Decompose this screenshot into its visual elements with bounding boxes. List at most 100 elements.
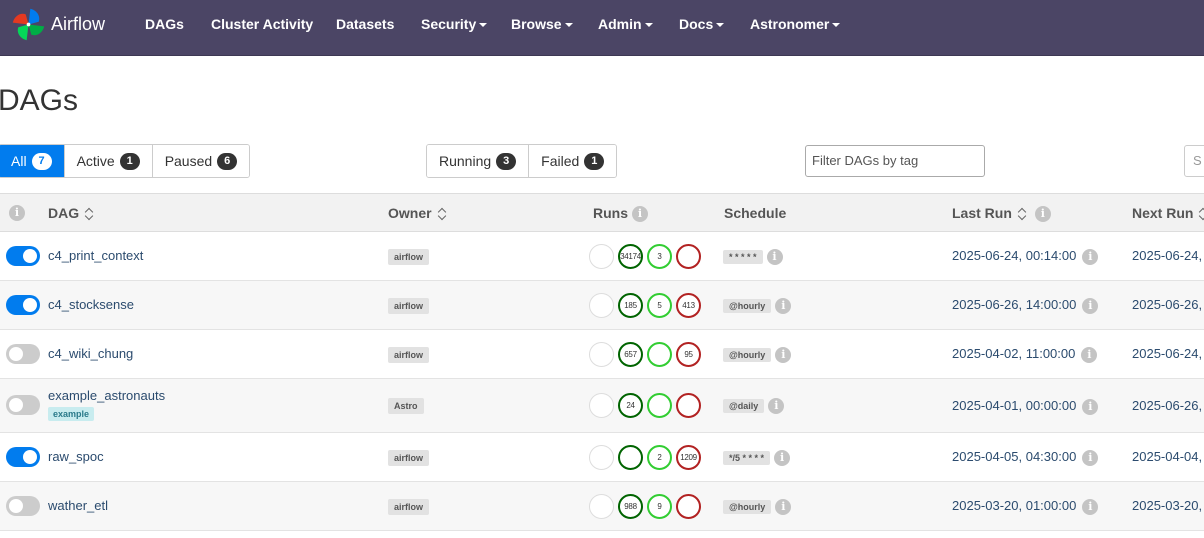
last-run-link[interactable]: 2025-04-01, 00:00:00 [952,398,1076,413]
run-state-running[interactable] [647,393,672,418]
owner-tag[interactable]: airflow [388,298,430,314]
run-state-failed[interactable]: 1209 [676,445,701,470]
pause-toggle[interactable] [6,295,40,315]
info-icon[interactable]: i [1082,398,1099,415]
sort-next-run-header[interactable]: Next Run [1132,205,1204,221]
run-state-success[interactable]: 185 [618,293,643,318]
search-dags-input[interactable]: S [1184,145,1204,177]
dag-link[interactable]: raw_spoc [48,449,104,464]
toggle-knob [23,298,37,312]
nav-item-cluster-activity[interactable]: Cluster Activity [211,16,313,32]
filter-running[interactable]: Running 3 [427,145,530,177]
sort-owner-header[interactable]: Owner [388,205,447,221]
dag-link[interactable]: wather_etl [48,498,108,513]
filter-all[interactable]: All 7 [0,145,65,177]
info-icon[interactable]: i [632,206,648,223]
sort-dag-header[interactable]: DAG [48,205,94,221]
dag-link[interactable]: c4_print_context [48,248,143,263]
runs-header: Runs i [593,205,648,223]
run-state-queued[interactable] [589,494,614,519]
owner-tag[interactable]: airflow [388,450,430,466]
run-state-running[interactable]: 3 [647,244,672,269]
nav-item-security[interactable]: Security [421,16,488,32]
filter-paused[interactable]: Paused 6 [152,145,250,177]
nav-item-label: Docs [679,16,714,32]
run-state-queued[interactable] [589,445,614,470]
table-row: c4_wiki_chung airflow 657 95 @hourly i 2025-04… [0,330,1204,379]
run-state-success[interactable] [618,445,643,470]
run-state-success[interactable]: 657 [618,342,643,367]
tag-filter-input[interactable]: Filter DAGs by tag [805,145,985,177]
dag-tag[interactable]: example [48,407,95,421]
pause-toggle[interactable] [6,496,40,516]
info-icon[interactable]: i [9,205,25,221]
run-state-success[interactable]: 34174 [618,244,643,269]
info-icon[interactable]: i [1034,206,1051,223]
info-icon[interactable]: i [1081,346,1098,363]
run-state-running[interactable] [647,342,672,367]
pause-toggle[interactable] [6,246,40,266]
sort-icon [1199,207,1204,221]
info-icon[interactable]: i [1082,297,1099,314]
nav-item-browse[interactable]: Browse [511,16,573,32]
dag-link[interactable]: c4_stocksense [48,297,134,312]
nav-item-admin[interactable]: Admin [598,16,653,32]
run-state-running[interactable]: 5 [647,293,672,318]
run-state-failed[interactable]: 413 [676,293,701,318]
nav-item-astronomer[interactable]: Astronomer [750,16,841,32]
info-icon[interactable]: i [774,450,791,466]
info-icon[interactable]: i [775,499,792,515]
owner-tag[interactable]: airflow [388,347,430,363]
pause-toggle[interactable] [6,447,40,467]
filter-label: All [11,153,27,169]
info-icon[interactable]: i [775,347,792,363]
last-run-link[interactable]: 2025-06-26, 14:00:00 [952,297,1076,312]
filter-active[interactable]: Active 1 [64,145,153,177]
run-state-success[interactable]: 988 [618,494,643,519]
info-icon[interactable]: i [775,298,792,314]
run-state-failed[interactable]: 95 [676,342,701,367]
run-state-running[interactable]: 2 [647,445,672,470]
info-icon[interactable]: i [1082,449,1099,466]
brand[interactable]: Airflow [10,5,105,43]
nav-item-datasets[interactable]: Datasets [336,16,394,32]
schedule-interval[interactable]: @hourly [723,500,772,514]
run-state-queued[interactable] [589,244,614,269]
owner-tag[interactable]: airflow [388,499,430,515]
last-run-link[interactable]: 2025-03-20, 01:00:00 [952,498,1076,513]
next-run: 2025-06-26, [1132,398,1203,413]
pause-toggle[interactable] [6,395,40,415]
nav-item-docs[interactable]: Docs [679,16,725,32]
last-run-link[interactable]: 2025-04-02, 11:00:00 [952,346,1075,361]
run-state-failed[interactable] [676,244,701,269]
schedule-interval[interactable]: * * * * * [723,250,763,264]
info-icon[interactable]: i [1082,248,1099,265]
schedule-interval[interactable]: @hourly [723,348,772,362]
toggle-knob [9,398,23,412]
pause-toggle[interactable] [6,344,40,364]
last-run-link[interactable]: 2025-06-24, 00:14:00 [952,248,1076,263]
dag-link[interactable]: example_astronauts [48,388,165,403]
info-icon[interactable]: i [768,398,785,414]
run-state-running[interactable]: 9 [647,494,672,519]
owner-tag[interactable]: airflow [388,249,430,265]
last-run-link[interactable]: 2025-04-05, 04:30:00 [952,449,1076,464]
header-label: Next Run [1132,205,1194,221]
run-state-queued[interactable] [589,393,614,418]
run-state-success[interactable]: 24 [618,393,643,418]
filter-label: Active [76,153,115,169]
owner-tag[interactable]: Astro [388,398,424,414]
filter-failed[interactable]: Failed 1 [529,145,617,177]
info-icon[interactable]: i [766,249,783,265]
nav-item-dags[interactable]: DAGs [145,16,184,32]
run-state-queued[interactable] [589,293,614,318]
run-state-failed[interactable] [676,494,701,519]
schedule-interval[interactable]: @daily [723,399,765,413]
schedule-interval[interactable]: @hourly [723,299,772,313]
sort-last-run-header[interactable]: Last Run i [952,205,1051,223]
info-icon[interactable]: i [1082,498,1099,515]
schedule-interval[interactable]: */5 * * * * [723,451,771,465]
run-state-queued[interactable] [589,342,614,367]
dag-link[interactable]: c4_wiki_chung [48,346,133,361]
run-state-failed[interactable] [676,393,701,418]
